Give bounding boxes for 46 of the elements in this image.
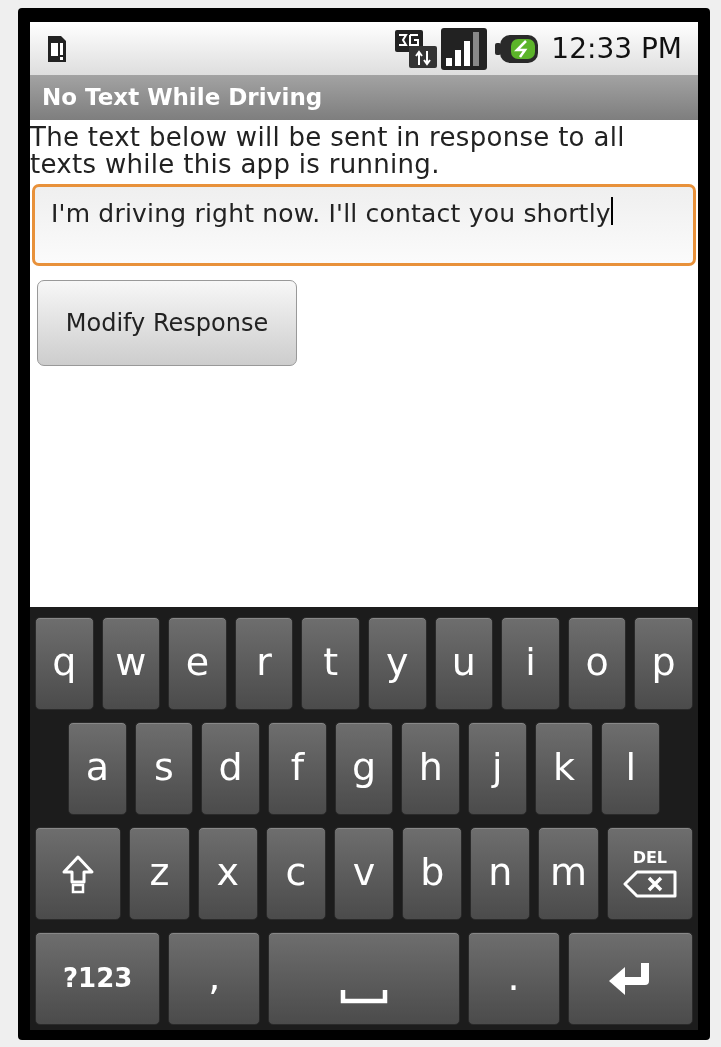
- keyboard-key[interactable]: h: [401, 722, 461, 815]
- enter-key[interactable]: [567, 932, 693, 1025]
- keyboard-key[interactable]: w: [101, 617, 161, 710]
- keyboard-key[interactable]: a: [68, 722, 127, 815]
- instructions-text: The text below will be sent in response to all texts while this app is running.: [30, 121, 626, 178]
- keyboard-key[interactable]: p: [634, 617, 693, 710]
- text-cursor: [610, 197, 613, 225]
- input-field[interactable]: I'm driving right now. I'll contact you shortly: [32, 184, 696, 266]
- keyboard-key[interactable]: n: [470, 827, 531, 920]
- keyboard-key[interactable]: f: [268, 722, 327, 815]
- space-icon: [340, 988, 388, 1004]
- keyboard-key[interactable]: c: [265, 827, 326, 920]
- sim-alert-icon: [46, 33, 68, 64]
- keyboard-key[interactable]: z: [129, 827, 190, 920]
- keyboard-key[interactable]: g: [334, 722, 394, 815]
- keyboard-key[interactable]: d: [201, 722, 260, 815]
- battery-charging-icon: [495, 33, 540, 64]
- keyboard-key[interactable]: ,: [168, 932, 261, 1025]
- keyboard-key[interactable]: b: [402, 827, 463, 920]
- shift-key[interactable]: [35, 827, 122, 920]
- delete-key[interactable]: DEL: [606, 827, 694, 920]
- keyboard-key[interactable]: u: [434, 617, 494, 710]
- keyboard-key[interactable]: .: [467, 932, 560, 1025]
- keyboard-key[interactable]: i: [501, 617, 560, 710]
- signal-icon: [441, 27, 488, 70]
- keyboard-key[interactable]: s: [134, 722, 194, 815]
- keyboard-key[interactable]: r: [234, 617, 294, 710]
- keyboard-key[interactable]: m: [538, 827, 599, 920]
- keyboard-key[interactable]: l: [601, 722, 661, 815]
- backspace-icon: [622, 869, 677, 898]
- keyboard-key[interactable]: o: [567, 617, 627, 710]
- keyboard-key[interactable]: y: [367, 617, 427, 710]
- status-time: 12:33 PM: [551, 30, 682, 67]
- symbols-key[interactable]: ?123: [35, 932, 161, 1025]
- window-title: No Text While Driving: [42, 83, 323, 113]
- keyboard-key[interactable]: e: [168, 617, 227, 710]
- space-key[interactable]: [268, 932, 460, 1025]
- keyboard-key[interactable]: t: [301, 617, 360, 710]
- network-3g-icon: [395, 27, 438, 70]
- modify-response-button[interactable]: Modify Response: [37, 280, 297, 366]
- keyboard-key[interactable]: v: [333, 827, 395, 920]
- keyboard-key[interactable]: x: [197, 827, 258, 920]
- keyboard-key[interactable]: k: [534, 722, 594, 815]
- shift-icon: [61, 853, 96, 894]
- keyboard-key[interactable]: j: [468, 722, 527, 815]
- keyboard-key[interactable]: q: [35, 617, 94, 710]
